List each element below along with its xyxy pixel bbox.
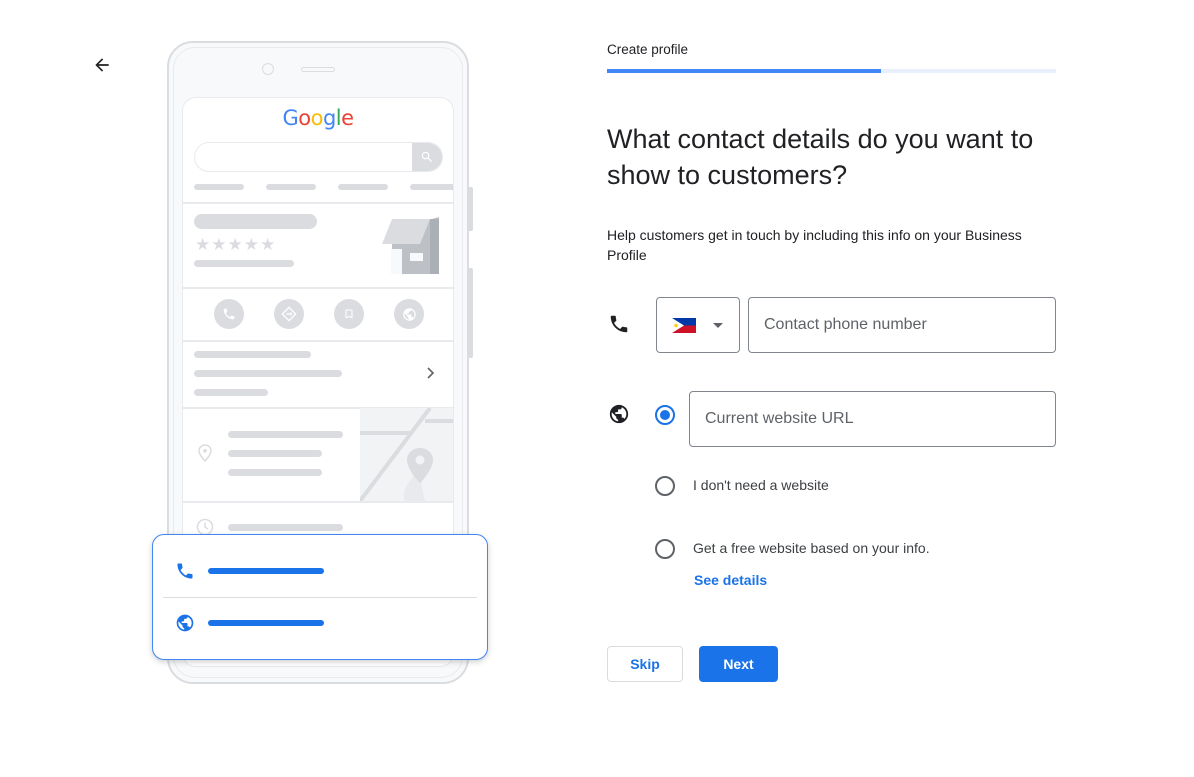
page-subtitle: Help customers get in touch by including…	[607, 227, 1022, 263]
phone-number-input[interactable]	[748, 297, 1056, 353]
chevron-down-icon	[713, 322, 723, 328]
placeholder-line	[194, 389, 268, 396]
placeholder-line	[194, 370, 342, 377]
globe-icon	[176, 614, 194, 632]
phone-camera	[262, 63, 274, 75]
next-button[interactable]: Next	[699, 646, 778, 682]
placeholder-line	[228, 469, 322, 476]
action-directions	[274, 299, 304, 329]
google-logo: Google	[282, 106, 354, 130]
placeholder-line	[194, 351, 311, 358]
arrow-back-icon	[95, 58, 109, 72]
country-code-select[interactable]	[656, 297, 740, 353]
contact-preview-card	[152, 534, 488, 660]
placeholder-tab	[266, 184, 316, 190]
phone-side-button	[469, 187, 473, 231]
radio-current-website[interactable]	[655, 405, 675, 425]
placeholder-tab	[194, 184, 244, 190]
placeholder-line	[194, 260, 294, 267]
action-call	[214, 299, 244, 329]
card-row-website	[175, 613, 324, 633]
divider	[183, 501, 453, 503]
mini-search-button	[412, 143, 442, 171]
mini-search-bar	[194, 142, 443, 172]
placeholder-tab	[410, 184, 453, 190]
storefront-icon	[382, 217, 439, 274]
divider	[183, 340, 453, 342]
placeholder-tab	[338, 184, 388, 190]
chevron-right-icon	[427, 367, 435, 379]
phone-icon	[610, 315, 628, 333]
action-website	[394, 299, 424, 329]
placeholder-line	[228, 524, 343, 531]
star-rating: ★★★★★	[195, 235, 277, 254]
globe-icon	[402, 307, 416, 321]
map-thumbnail	[360, 408, 453, 501]
placeholder-phone-bar	[208, 568, 324, 574]
progress-bar	[607, 69, 1056, 73]
divider	[163, 597, 477, 598]
divider	[183, 202, 453, 204]
radio-no-website[interactable]	[655, 476, 675, 496]
map-icon	[360, 408, 453, 501]
placeholder-website-bar	[208, 620, 324, 626]
placeholder-line	[228, 450, 322, 457]
placeholder-line	[228, 431, 343, 438]
back-button[interactable]	[88, 51, 116, 79]
divider	[183, 287, 453, 289]
phone-speaker	[301, 67, 335, 72]
no-website-label[interactable]: I don't need a website	[693, 477, 829, 493]
website-row-icon	[607, 402, 631, 426]
skip-button[interactable]: Skip	[607, 646, 683, 682]
website-url-input[interactable]	[689, 391, 1056, 447]
phone-row-icon	[607, 312, 631, 336]
search-icon	[421, 151, 432, 162]
location-pin-icon	[198, 444, 212, 462]
placeholder-business-name	[194, 214, 317, 229]
see-details-link[interactable]: See details	[694, 572, 767, 588]
radio-free-website[interactable]	[655, 539, 675, 559]
globe-icon	[609, 404, 629, 424]
phone-icon	[177, 563, 193, 579]
progress-fill	[607, 69, 881, 73]
action-save	[334, 299, 364, 329]
phone-side-button	[469, 268, 473, 358]
free-website-label[interactable]: Get a free website based on your info.	[693, 540, 930, 556]
phone-icon	[223, 308, 235, 320]
philippines-flag-icon	[672, 317, 696, 333]
bookmark-icon	[345, 309, 353, 319]
step-label: Create profile	[607, 42, 689, 57]
card-row-phone	[175, 561, 324, 581]
directions-icon	[281, 306, 297, 322]
page-title: What contact details do you want to show…	[607, 124, 1034, 190]
